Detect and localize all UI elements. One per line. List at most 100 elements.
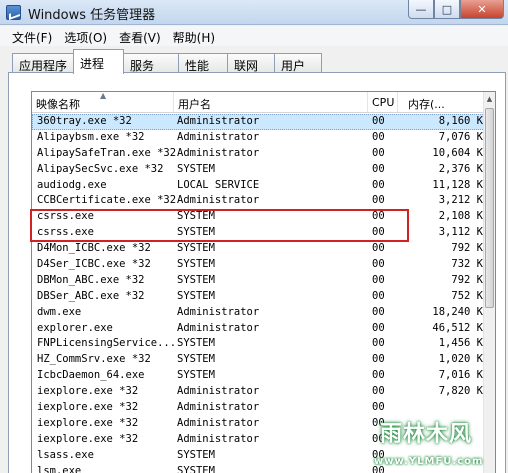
process-memory: 46,512 K xyxy=(432,321,483,334)
table-row[interactable]: csrss.exe SYSTEM 00 3,112 K xyxy=(32,225,485,241)
table-row[interactable]: D4Mon_ICBC.exe *32 SYSTEM 00 792 K xyxy=(32,241,485,257)
process-name: Alipaybsm.exe *32 xyxy=(37,130,145,143)
process-user: SYSTEM xyxy=(177,242,215,255)
table-row[interactable]: AlipaySecSvc.exe *32 SYSTEM 00 2,376 K xyxy=(32,162,485,178)
process-user: SYSTEM xyxy=(177,210,215,223)
table-row[interactable]: audiodg.exe LOCAL SERVICE 00 11,128 K xyxy=(32,178,485,194)
process-cpu: 00 xyxy=(372,337,385,350)
process-user: SYSTEM xyxy=(177,226,215,239)
process-name: IcbcDaemon_64.exe xyxy=(37,369,145,382)
process-cpu: 00 xyxy=(372,321,385,334)
table-row[interactable]: D4Ser_ICBC.exe *32 SYSTEM 00 732 K xyxy=(32,257,485,273)
column-cpu[interactable]: CPU xyxy=(368,92,398,112)
process-memory: 3,212 K xyxy=(438,194,483,207)
process-memory: 1,020 K xyxy=(438,353,483,366)
process-name: D4Mon_ICBC.exe *32 xyxy=(37,242,151,255)
task-manager-icon xyxy=(6,5,21,20)
table-row[interactable]: 360tray.exe *32 Administrator 00 8,160 K xyxy=(32,114,485,130)
column-cpu-label: CPU xyxy=(372,96,395,109)
column-image-name[interactable]: ▲ 映像名称 xyxy=(32,92,174,112)
tab-strip: 应用程序 进程 服务 性能 联网 用户 xyxy=(0,47,508,74)
table-row[interactable]: Alipaybsm.exe *32 Administrator 00 7,076 K xyxy=(32,130,485,146)
process-name: lsm.exe xyxy=(37,464,82,473)
process-name: csrss.exe xyxy=(37,226,94,239)
tab-networking[interactable]: 联网 xyxy=(227,53,275,73)
watermark-logo: 雨林木风 www.YLMFU.com xyxy=(372,412,508,473)
process-memory: 7,076 K xyxy=(438,130,483,143)
table-row[interactable]: explorer.exe Administrator 00 46,512 K xyxy=(32,321,485,337)
process-user: SYSTEM xyxy=(177,273,215,286)
process-name: lsass.exe xyxy=(37,448,94,461)
maximize-button[interactable]: □ xyxy=(434,0,460,19)
process-memory: 11,128 K xyxy=(432,178,483,191)
close-button[interactable]: ✕ xyxy=(460,0,504,19)
process-memory: 792 K xyxy=(451,273,483,286)
scroll-up-icon[interactable]: ▲ xyxy=(484,92,495,106)
scrollbar-thumb[interactable] xyxy=(485,108,494,308)
title-bar[interactable]: Windows 任务管理器 — □ ✕ xyxy=(0,0,508,25)
process-cpu: 00 xyxy=(372,194,385,207)
process-cpu: 00 xyxy=(372,242,385,255)
table-row[interactable]: AlipaySafeTran.exe *32 Administrator 00 10,… xyxy=(32,146,485,162)
column-image-name-label: 映像名称 xyxy=(36,98,80,111)
table-row[interactable]: CCBCertificate.exe *32 Administrator 00 3,2… xyxy=(32,193,485,209)
process-user: Administrator xyxy=(177,385,260,398)
process-user: Administrator xyxy=(177,432,260,445)
process-user: Administrator xyxy=(177,401,260,414)
process-user: Administrator xyxy=(177,115,260,127)
process-cpu: 00 xyxy=(372,353,385,366)
watermark-url: www.YLMFU.com xyxy=(374,456,484,467)
process-user: Administrator xyxy=(177,146,260,159)
table-row[interactable]: IcbcDaemon_64.exe SYSTEM 00 7,016 K xyxy=(32,368,485,384)
process-memory: 792 K xyxy=(451,242,483,255)
table-row[interactable]: csrss.exe SYSTEM 00 2,108 K xyxy=(32,209,485,225)
tab-users[interactable]: 用户 xyxy=(274,53,322,73)
menu-file[interactable]: 文件(F) xyxy=(6,26,58,46)
process-name: iexplore.exe *32 xyxy=(37,432,139,445)
list-header: ▲ 映像名称 用户名 CPU 内存(... xyxy=(32,92,485,113)
process-user: SYSTEM xyxy=(177,369,215,382)
process-user: SYSTEM xyxy=(177,289,215,302)
process-user: SYSTEM xyxy=(177,258,215,271)
table-row[interactable]: FNPLicensingService... SYSTEM 00 1,456 K xyxy=(32,336,485,352)
tab-performance[interactable]: 性能 xyxy=(178,53,228,73)
process-name: iexplore.exe *32 xyxy=(37,401,139,414)
process-user: Administrator xyxy=(177,305,260,318)
process-memory: 7,820 K xyxy=(438,385,483,398)
table-row[interactable]: dwm.exe Administrator 00 18,240 K xyxy=(32,305,485,321)
menu-view[interactable]: 查看(V) xyxy=(113,26,167,46)
table-row[interactable]: DBMon_ABC.exe *32 SYSTEM 00 792 K xyxy=(32,273,485,289)
process-memory: 1,456 K xyxy=(438,337,483,350)
tab-services[interactable]: 服务 xyxy=(123,53,179,73)
process-user: Administrator xyxy=(177,416,260,429)
process-memory: 732 K xyxy=(451,258,483,271)
minimize-button[interactable]: — xyxy=(408,0,434,19)
process-name: AlipaySafeTran.exe *32 xyxy=(37,146,177,159)
column-user-name-label: 用户名 xyxy=(178,98,211,111)
tab-applications[interactable]: 应用程序 xyxy=(12,53,75,73)
column-memory[interactable]: 内存(... xyxy=(398,92,485,112)
menu-help[interactable]: 帮助(H) xyxy=(167,26,221,46)
process-memory: 7,016 K xyxy=(438,369,483,382)
process-cpu: 00 xyxy=(372,289,385,302)
process-cpu: 00 xyxy=(372,226,385,239)
process-memory: 8,160 K xyxy=(438,115,483,127)
tab-processes[interactable]: 进程 xyxy=(73,49,124,74)
sort-ascending-icon: ▲ xyxy=(100,91,107,100)
column-user-name[interactable]: 用户名 xyxy=(174,92,368,112)
process-cpu: 00 xyxy=(372,146,385,159)
process-memory: 2,376 K xyxy=(438,162,483,175)
table-row[interactable]: iexplore.exe *32 Administrator 00 7,820 K xyxy=(32,384,485,400)
table-row[interactable]: DBSer_ABC.exe *32 SYSTEM 00 752 K xyxy=(32,289,485,305)
menu-options[interactable]: 选项(O) xyxy=(58,26,113,46)
table-row[interactable]: HZ_CommSrv.exe *32 SYSTEM 00 1,020 K xyxy=(32,352,485,368)
process-user: SYSTEM xyxy=(177,162,215,175)
process-cpu: 00 xyxy=(372,115,385,127)
process-memory: 18,240 K xyxy=(432,305,483,318)
process-name: iexplore.exe *32 xyxy=(37,416,139,429)
process-name: audiodg.exe xyxy=(37,178,107,191)
process-user: LOCAL SERVICE xyxy=(177,178,260,191)
process-user: Administrator xyxy=(177,130,260,143)
process-user: Administrator xyxy=(177,321,260,334)
process-cpu: 00 xyxy=(372,305,385,318)
